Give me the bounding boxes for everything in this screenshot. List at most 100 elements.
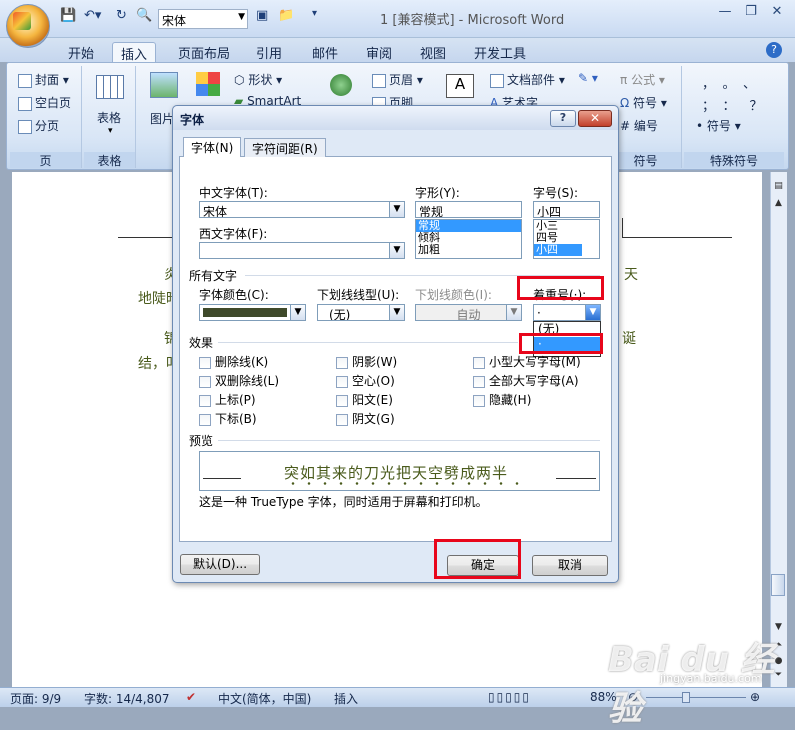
font-name-combo[interactable]: 宋体 ▼ (158, 9, 248, 29)
close-icon[interactable]: ✕ (764, 4, 790, 24)
scrollbar-thumb[interactable] (771, 574, 785, 596)
tab-review[interactable]: 审阅 (358, 42, 400, 62)
checkbox[interactable] (473, 375, 485, 388)
open-icon[interactable]: 📁 (278, 8, 294, 28)
symbol-button[interactable]: Ω 符号 ▾ (620, 94, 667, 111)
emphasis-mark-select[interactable]: · ▼ (533, 304, 601, 321)
text-box-icon[interactable]: A (446, 74, 474, 98)
save-icon[interactable]: 💾 (60, 8, 76, 28)
special-symbol-button[interactable]: • 符号 ▾ (696, 117, 741, 134)
chevron-down-icon[interactable]: ▼ (389, 202, 404, 217)
tab-home[interactable]: 开始 (60, 42, 102, 62)
ruler-toggle-icon[interactable]: ▤ (771, 181, 786, 196)
customize-qat-icon[interactable]: ▾ (312, 8, 317, 28)
dialog-help-button[interactable]: ? (550, 110, 576, 127)
chevron-down-icon[interactable]: ▼ (389, 243, 404, 258)
list-item[interactable]: 小四 (534, 244, 582, 256)
double-strikethrough-checkbox[interactable]: 双删除线(L) (199, 372, 279, 389)
vertical-scrollbar[interactable] (770, 172, 787, 687)
clip-art-icon[interactable] (196, 72, 220, 96)
print-preview-icon[interactable]: 🔍 (136, 8, 152, 28)
hidden-checkbox[interactable]: 隐藏(H) (473, 391, 531, 408)
chevron-down-icon[interactable]: ▼ (585, 305, 600, 320)
view-buttons[interactable]: ▯▯▯▯▯ (488, 690, 531, 704)
maximize-icon[interactable]: ❐ (738, 4, 764, 24)
chevron-down-icon[interactable]: ▼ (506, 305, 521, 320)
underline-type-select[interactable]: (无) ▼ (317, 304, 405, 321)
language-status[interactable]: 中文(简体，中国) (218, 690, 311, 707)
chinese-font-select[interactable]: 宋体 ▼ (199, 201, 405, 218)
small-caps-checkbox[interactable]: 小型大写字母(M) (473, 353, 581, 370)
cancel-button[interactable]: 取消 (532, 555, 608, 576)
header-button[interactable]: 页眉 ▾ (372, 71, 423, 88)
default-button[interactable]: 默认(D)... (180, 554, 260, 575)
tab-references[interactable]: 引用 (248, 42, 290, 62)
special-symbols-row1[interactable]: ，。、 (702, 73, 770, 92)
strikethrough-checkbox[interactable]: 删除线(K) (199, 353, 268, 370)
special-symbols-row2[interactable]: ；：？ (702, 95, 777, 114)
word-count[interactable]: 字数: 14/4,807 (84, 690, 170, 707)
scroll-up-icon[interactable]: ▲ (771, 198, 786, 213)
page-count[interactable]: 页面: 9/9 (10, 690, 61, 707)
signature-icon[interactable]: ✎ ▾ (578, 71, 598, 85)
tab-mailings[interactable]: 邮件 (304, 42, 346, 62)
picture-label[interactable]: 图片 (150, 110, 174, 127)
list-item[interactable]: 加粗 (416, 244, 521, 256)
minimize-icon[interactable]: — (712, 4, 738, 24)
checkbox[interactable] (336, 394, 348, 407)
all-caps-checkbox[interactable]: 全部大写字母(A) (473, 372, 579, 389)
subscript-checkbox[interactable]: 下标(B) (199, 410, 257, 427)
number-button[interactable]: # 编号 (620, 117, 658, 134)
shadow-checkbox[interactable]: 阴影(W) (336, 353, 397, 370)
checkbox[interactable] (199, 375, 211, 388)
checkbox[interactable] (473, 394, 485, 407)
chevron-down-icon[interactable]: ▾ (108, 126, 113, 136)
checkbox[interactable] (473, 356, 485, 369)
tab-view[interactable]: 视图 (412, 42, 454, 62)
chevron-down-icon[interactable]: ▼ (389, 305, 404, 320)
undo-icon[interactable]: ↶▾ (84, 8, 101, 28)
font-style-list[interactable]: 常规 倾斜 加粗 (415, 219, 522, 259)
table-button-label[interactable]: 表格 (97, 109, 121, 126)
font-color-select[interactable]: ▼ (199, 304, 306, 321)
close-icon[interactable]: ✕ (590, 111, 600, 125)
chevron-down-icon[interactable]: ▼ (290, 305, 305, 320)
tab-font[interactable]: 字体(N) (183, 137, 242, 157)
font-size-list[interactable]: 小三 四号 小四 (533, 219, 600, 259)
format-icon[interactable]: ▣ (256, 8, 268, 28)
picture-icon[interactable] (150, 72, 178, 98)
engrave-checkbox[interactable]: 阴文(G) (336, 410, 395, 427)
checkbox[interactable] (336, 413, 348, 426)
checkbox[interactable] (199, 394, 211, 407)
underline-color-select[interactable]: 自动 ▼ (415, 304, 522, 321)
insert-mode[interactable]: 插入 (334, 690, 358, 707)
tab-insert[interactable]: 插入 (112, 42, 157, 63)
formula-button[interactable]: π 公式 ▾ (620, 71, 665, 88)
proofing-icon[interactable]: ✔ (186, 690, 196, 704)
cover-page-button[interactable]: 封面 ▾ (18, 71, 69, 88)
redo-icon[interactable]: ↻ (116, 8, 127, 28)
shapes-button[interactable]: ⬡ 形状 ▾ (234, 71, 282, 88)
western-font-select[interactable]: ▼ (199, 242, 405, 259)
emboss-checkbox[interactable]: 阳文(E) (336, 391, 393, 408)
font-style-input[interactable]: 常规 (415, 201, 522, 218)
chevron-down-icon[interactable]: ▼ (238, 12, 245, 22)
hyperlink-icon[interactable] (330, 74, 352, 96)
checkbox[interactable] (199, 413, 211, 426)
page-break-button[interactable]: 分页 (18, 117, 59, 134)
tab-page-layout[interactable]: 页面布局 (170, 42, 238, 62)
dialog-close-button[interactable]: ✕ (578, 110, 612, 127)
checkbox[interactable] (199, 356, 211, 369)
tab-character-spacing[interactable]: 字符间距(R) (244, 138, 326, 157)
quick-parts-button[interactable]: 文档部件 ▾ (490, 71, 565, 88)
font-size-input[interactable]: 小四 (533, 201, 600, 218)
superscript-checkbox[interactable]: 上标(P) (199, 391, 256, 408)
outline-checkbox[interactable]: 空心(O) (336, 372, 395, 389)
table-icon[interactable] (96, 75, 124, 99)
checkbox[interactable] (336, 375, 348, 388)
tab-developer[interactable]: 开发工具 (466, 42, 534, 62)
checkbox[interactable] (336, 356, 348, 369)
help-icon[interactable]: ? (766, 42, 782, 58)
effects-section-label: 效果 (189, 336, 214, 350)
blank-page-button[interactable]: 空白页 (18, 94, 71, 111)
